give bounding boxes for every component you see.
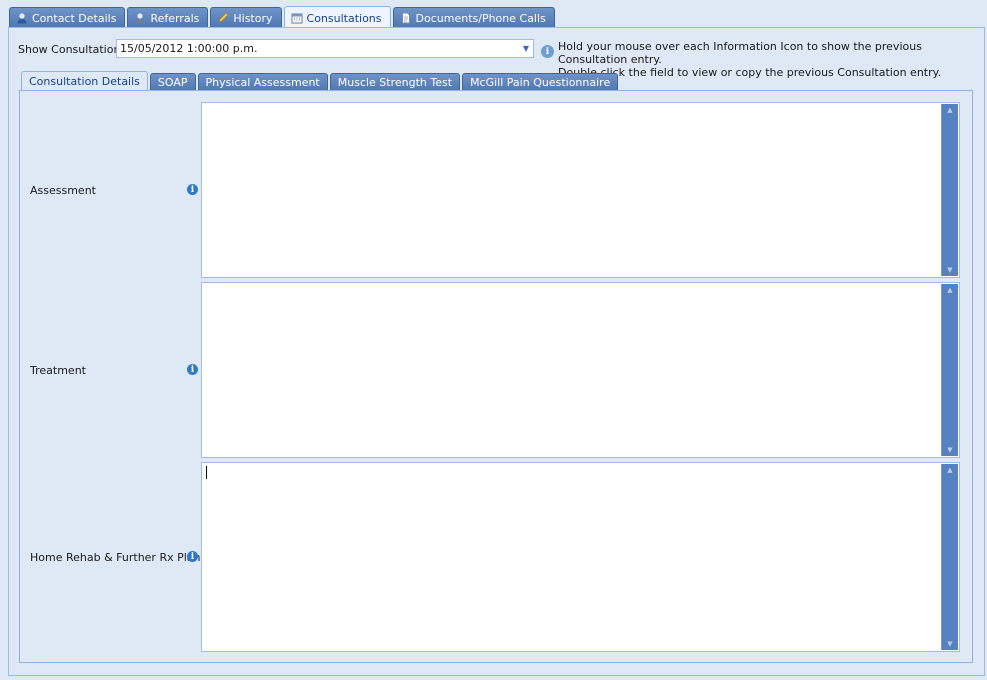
hint-text: Hold your mouse over each Information Ic…	[558, 40, 987, 79]
referral-icon	[134, 12, 146, 24]
calendar-icon	[291, 12, 303, 24]
text-caret	[206, 466, 207, 479]
tab-referrals[interactable]: Referrals	[127, 7, 209, 28]
scroll-down-icon[interactable]: ▼	[942, 638, 958, 650]
scroll-up-icon[interactable]: ▲	[942, 104, 958, 116]
tab-history[interactable]: History	[210, 7, 282, 28]
pencil-icon	[217, 12, 229, 24]
tab-mcgill-pain-questionnaire[interactable]: McGill Pain Questionnaire	[462, 73, 619, 91]
home-rehab-field[interactable]: ▲ ▼	[201, 462, 960, 652]
treatment-field[interactable]: ▲ ▼	[201, 282, 960, 458]
tab-physical-assessment[interactable]: Physical Assessment	[197, 73, 328, 91]
info-icon: i	[541, 45, 554, 58]
document-icon	[400, 12, 412, 24]
show-consultation-value: 15/05/2012 1:00:00 p.m.	[120, 42, 258, 55]
hint-line-2: Double click the field to view or copy t…	[558, 66, 942, 79]
tab-label: History	[233, 11, 273, 25]
scroll-up-icon[interactable]: ▲	[942, 464, 958, 476]
tab-consultation-details[interactable]: Consultation Details	[21, 71, 148, 91]
assessment-info-icon[interactable]: i	[187, 184, 198, 195]
scroll-down-icon[interactable]: ▼	[942, 444, 958, 456]
tab-label: Contact Details	[32, 11, 117, 25]
assessment-scrollbar[interactable]: ▲ ▼	[941, 104, 958, 276]
chevron-down-icon[interactable]: ▼	[519, 44, 533, 53]
scroll-up-icon[interactable]: ▲	[942, 284, 958, 296]
treatment-info-icon[interactable]: i	[187, 364, 198, 375]
show-consultation-dropdown[interactable]: 15/05/2012 1:00:00 p.m. ▼	[116, 39, 534, 58]
show-consultation-label: Show Consultation:	[18, 43, 125, 56]
assessment-label: Assessment	[30, 184, 96, 197]
tab-documents-phone-calls[interactable]: Documents/Phone Calls	[392, 7, 555, 28]
home-rehab-label: Home Rehab & Further Rx Plan	[30, 551, 201, 564]
home-rehab-info-icon[interactable]: i	[187, 551, 198, 562]
scroll-down-icon[interactable]: ▼	[942, 264, 958, 276]
tab-label: Documents/Phone Calls	[415, 11, 546, 25]
consultation-tab-strip: Consultation Details SOAP Physical Asses…	[21, 71, 619, 91]
treatment-scrollbar[interactable]: ▲ ▼	[941, 284, 958, 456]
tab-muscle-strength-test[interactable]: Muscle Strength Test	[329, 73, 461, 91]
treatment-label: Treatment	[30, 364, 86, 377]
contact-icon	[16, 12, 28, 24]
home-rehab-scrollbar[interactable]: ▲ ▼	[941, 464, 958, 650]
main-tab-strip: Contact Details Referrals History Consul…	[9, 6, 555, 29]
tab-consultations[interactable]: Consultations	[283, 6, 391, 29]
assessment-field[interactable]: ▲ ▼	[201, 102, 960, 278]
hint-line-1: Hold your mouse over each Information Ic…	[558, 40, 922, 66]
tab-contact-details[interactable]: Contact Details	[9, 7, 126, 28]
tab-soap[interactable]: SOAP	[149, 73, 196, 91]
tab-label: Consultations	[306, 11, 382, 25]
tab-label: Referrals	[150, 11, 200, 25]
